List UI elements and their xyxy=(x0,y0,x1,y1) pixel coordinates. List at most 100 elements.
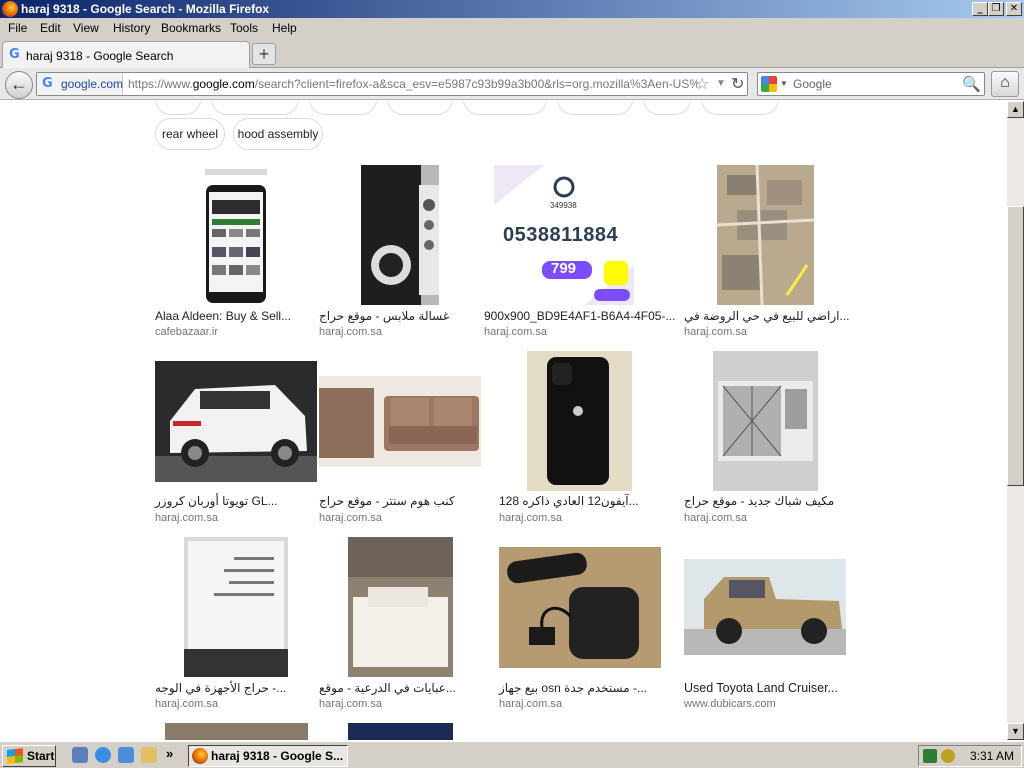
scroll-down-arrow-icon[interactable]: ▼ xyxy=(1007,723,1024,740)
search-quicklaunch-icon[interactable] xyxy=(141,747,157,763)
result-thumbnail[interactable] xyxy=(155,361,317,482)
result-caption[interactable]: Alaa Aldeen: Buy & Sell... xyxy=(155,309,291,323)
menu-edit[interactable]: Edit xyxy=(40,21,61,35)
result-source[interactable]: haraj.com.sa xyxy=(155,698,218,710)
result-source[interactable]: haraj.com.sa xyxy=(684,512,747,524)
search-input[interactable]: Google xyxy=(793,77,832,91)
chip-rear-wheel[interactable]: rear wheel xyxy=(155,118,225,150)
filter-chip[interactable] xyxy=(211,101,299,115)
google-engine-icon[interactable] xyxy=(761,76,777,92)
page-content: rear wheel hood assembly Alaa Aldeen: Bu… xyxy=(0,101,1007,740)
result-thumbnail[interactable] xyxy=(348,537,453,677)
scrollbar-thumb[interactable] xyxy=(1007,206,1024,486)
menu-help[interactable]: Help xyxy=(272,21,297,35)
result-thumbnail[interactable]: 349938 0538811884 799 xyxy=(494,165,634,305)
result-source[interactable]: haraj.com.sa xyxy=(319,512,382,524)
internet-explorer-icon[interactable] xyxy=(95,747,111,763)
result-thumbnail[interactable] xyxy=(348,723,453,740)
result-thumbnail[interactable] xyxy=(527,351,632,491)
filter-chip[interactable] xyxy=(155,101,201,115)
result-source[interactable]: cafebazaar.ir xyxy=(155,326,218,338)
filter-chip[interactable] xyxy=(701,101,779,115)
url-text[interactable]: https://www.google.com/search?client=fir… xyxy=(128,77,698,91)
engine-dropdown-icon[interactable]: ▼ xyxy=(780,79,788,88)
result-caption[interactable]: آيفون12 العادي ذاكره 128... xyxy=(499,494,639,508)
result-caption[interactable]: Used Toyota Land Cruiser... xyxy=(684,681,838,695)
taskbar: Start » haraj 9318 - Google S... 3:31 AM xyxy=(0,741,1024,768)
result-thumbnail[interactable] xyxy=(499,547,661,668)
taskbar-item-firefox[interactable]: haraj 9318 - Google S... xyxy=(188,745,348,767)
show-desktop-icon[interactable] xyxy=(72,747,88,763)
bookmark-star-icon[interactable]: ☆ xyxy=(695,74,709,94)
navigation-toolbar: ← G google.com https://www.google.com/se… xyxy=(0,68,1024,100)
tab-google-search[interactable]: G haraj 9318 - Google Search xyxy=(2,41,250,68)
menu-view[interactable]: View xyxy=(73,21,99,35)
vertical-scrollbar[interactable]: ▲ ▼ xyxy=(1007,101,1024,740)
result-caption[interactable]: اراضي للبيع في حي الروضة في... xyxy=(684,309,850,323)
result-thumbnail[interactable] xyxy=(319,376,481,467)
reload-icon[interactable]: ↻ xyxy=(731,74,744,94)
back-arrow-icon: ← xyxy=(10,74,28,94)
firefox-icon xyxy=(2,1,18,17)
filter-chip[interactable] xyxy=(387,101,453,115)
menu-history[interactable]: History xyxy=(113,21,150,35)
tab-title: haraj 9318 - Google Search xyxy=(26,49,174,63)
result-thumbnail[interactable] xyxy=(203,165,269,305)
result-caption[interactable]: غسالة ملابس - موقع حراج xyxy=(319,309,449,323)
menu-file[interactable]: File xyxy=(8,21,27,35)
result-source[interactable]: haraj.com.sa xyxy=(319,698,382,710)
new-tab-button[interactable]: + xyxy=(252,43,276,65)
clock[interactable]: 3:31 AM xyxy=(970,749,1014,763)
menu-bookmarks[interactable]: Bookmarks xyxy=(161,21,221,35)
search-icon[interactable]: 🔍 xyxy=(962,75,981,93)
filter-chip[interactable] xyxy=(463,101,547,115)
filter-chip[interactable] xyxy=(309,101,377,115)
quicklaunch-overflow-icon[interactable]: » xyxy=(166,746,173,761)
firefox-icon xyxy=(192,748,208,764)
result-thumbnail[interactable] xyxy=(684,559,846,655)
menu-bar: File Edit View History Bookmarks Tools H… xyxy=(0,18,1024,39)
home-button[interactable]: ⌂ xyxy=(991,71,1019,97)
start-button[interactable]: Start xyxy=(2,745,56,767)
result-caption[interactable]: كنب هوم سنتر - موقع حراج xyxy=(319,494,455,508)
result-source[interactable]: haraj.com.sa xyxy=(684,326,747,338)
filter-chip[interactable] xyxy=(557,101,633,115)
menu-tools[interactable]: Tools xyxy=(230,21,258,35)
result-source[interactable]: haraj.com.sa xyxy=(319,326,382,338)
filter-chip[interactable] xyxy=(643,101,691,115)
minimize-button[interactable]: _ xyxy=(972,2,988,16)
result-caption[interactable]: تويوتا أوربان كروزر GL... xyxy=(155,494,278,508)
result-thumbnail[interactable] xyxy=(713,351,818,491)
restore-button[interactable]: ❐ xyxy=(988,2,1004,16)
result-source[interactable]: haraj.com.sa xyxy=(484,326,547,338)
url-bar[interactable]: G google.com https://www.google.com/sear… xyxy=(36,72,748,96)
result-thumbnail[interactable] xyxy=(165,723,308,740)
network-icon[interactable] xyxy=(923,749,937,763)
close-button[interactable]: ✕ xyxy=(1006,2,1022,16)
result-caption[interactable]: حراج الأجهزة في الوجه -... xyxy=(155,681,286,695)
result-caption[interactable]: مكيف شباك جديد - موقع حراج xyxy=(684,494,834,508)
google-favicon-icon: G xyxy=(9,47,20,62)
back-button[interactable]: ← xyxy=(5,71,33,99)
url-dropdown-icon[interactable]: ▼ xyxy=(716,78,726,89)
result-caption[interactable]: 900x900_BD9E4AF1-B6A4-4F05-... xyxy=(484,309,675,323)
scroll-up-arrow-icon[interactable]: ▲ xyxy=(1007,101,1024,118)
result-caption[interactable]: بيع جهاز osn مستخدم جدة -... xyxy=(499,681,647,695)
result-source[interactable]: haraj.com.sa xyxy=(499,512,562,524)
result-source[interactable]: haraj.com.sa xyxy=(499,698,562,710)
result-caption[interactable]: عبايات في الدرعية - موقع... xyxy=(319,681,456,695)
google-favicon-icon: G xyxy=(42,76,53,91)
home-icon: ⌂ xyxy=(1000,74,1010,91)
system-tray: 3:31 AM xyxy=(918,745,1022,767)
chip-hood-assembly[interactable]: hood assembly xyxy=(233,118,323,150)
site-identity-button[interactable]: G google.com xyxy=(37,73,123,95)
result-thumbnail[interactable] xyxy=(361,165,439,305)
result-thumbnail[interactable] xyxy=(717,165,814,305)
result-source[interactable]: haraj.com.sa xyxy=(155,512,218,524)
result-thumbnail[interactable] xyxy=(184,537,288,677)
outlook-express-icon[interactable] xyxy=(118,747,134,763)
search-bar[interactable]: ▼ Google 🔍 xyxy=(757,72,985,96)
site-domain: google.com xyxy=(61,77,124,91)
security-icon[interactable] xyxy=(941,749,955,763)
result-source[interactable]: www.dubicars.com xyxy=(684,698,776,710)
